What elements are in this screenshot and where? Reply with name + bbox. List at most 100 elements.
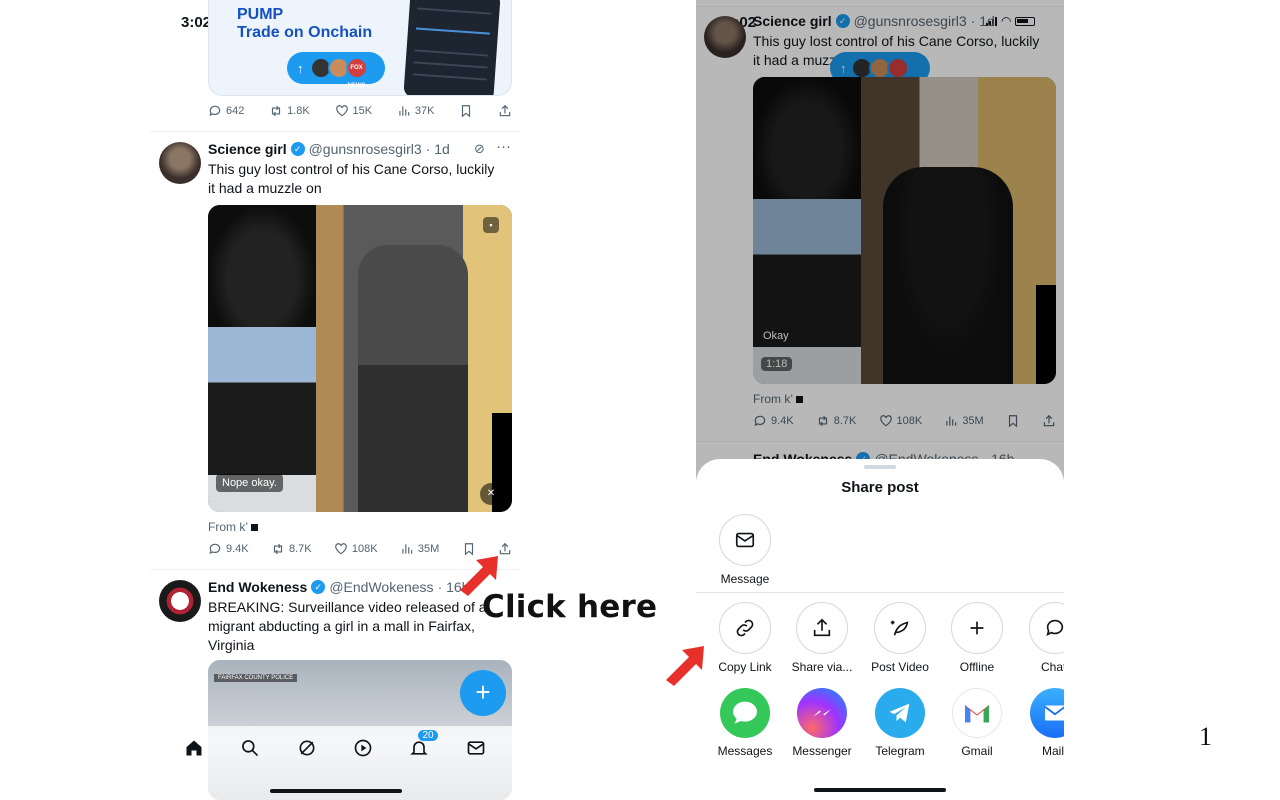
like-button[interactable]: 108K <box>334 542 378 556</box>
bookmark-icon <box>459 104 473 118</box>
video-icon[interactable] <box>353 738 373 758</box>
home-indicator <box>814 788 946 792</box>
heart-icon <box>335 104 349 118</box>
plus-icon <box>970 621 984 635</box>
ad-subtitle: Trade on Onchain <box>237 24 373 41</box>
ad-action-bar: 642 1.8K 15K 37K <box>208 104 512 118</box>
repost-icon <box>271 542 285 556</box>
arrow-up-icon: ↑ <box>297 60 304 76</box>
reply-count: 642 <box>226 105 245 117</box>
reply-count: 9.4K <box>226 543 249 555</box>
post-video-label: Post Video <box>871 660 929 674</box>
author-handle[interactable]: @gunsnrosesgirl3 <box>309 141 422 157</box>
grok-icon[interactable]: ⊘ <box>474 141 485 157</box>
view-count: 37K <box>414 105 435 117</box>
media-label: FAIRFAX COUNTY POLICE <box>214 674 298 682</box>
messages-app-icon[interactable] <box>720 688 770 738</box>
divider <box>696 592 1064 593</box>
author-name[interactable]: Science girl <box>208 141 287 157</box>
share-sheet: Share post Message Copy Link Share via..… <box>696 459 1064 800</box>
mute-icon[interactable]: ✕ <box>480 483 502 505</box>
share-icon <box>813 618 831 637</box>
views-button[interactable]: 37K <box>397 104 435 118</box>
gmail-app-label: Gmail <box>961 744 993 758</box>
chat-bubble-icon <box>1046 619 1064 636</box>
page-number: 1 <box>1199 722 1212 751</box>
envelope-icon <box>735 532 755 548</box>
tweet-text-line: migrant abducting a girl in a mall in Fa… <box>208 618 475 634</box>
repost-button[interactable]: 8.7K <box>271 542 312 556</box>
captions-icon[interactable]: ▪ <box>483 217 499 233</box>
status-time: 3:02 <box>181 14 212 31</box>
feather-plus-icon <box>890 620 909 636</box>
compose-button[interactable]: + <box>460 670 506 716</box>
reply-button[interactable]: 642 <box>208 104 244 118</box>
view-count: 35M <box>417 543 440 555</box>
copy-link-button[interactable] <box>719 602 771 654</box>
video-caption: Nope okay. <box>216 474 283 492</box>
tweet-text-line: it had a muzzle on <box>208 180 322 196</box>
share-via-label: Share via... <box>791 660 853 674</box>
copy-link-label: Copy Link <box>718 660 772 674</box>
like-count: 108K <box>351 543 378 555</box>
repost-button[interactable]: 1.8K <box>269 104 310 118</box>
search-icon[interactable] <box>240 738 260 758</box>
notifications-icon[interactable]: 20 <box>409 730 438 758</box>
like-count: 15K <box>352 105 373 117</box>
author-name[interactable]: End Wokeness <box>208 579 307 595</box>
post-video-button[interactable] <box>874 602 926 654</box>
gmail-app-icon[interactable] <box>952 688 1002 738</box>
left-phone-screen: 3:02 ◠ PUMP Trade on Onchain ↑ FOX NEWS … <box>150 0 520 800</box>
sheet-grabber[interactable] <box>864 465 896 469</box>
person-image <box>358 245 468 512</box>
message-button[interactable] <box>719 514 771 566</box>
tweet-text-line: This guy lost control of his Cane Corso,… <box>208 161 495 177</box>
avatar[interactable] <box>159 142 201 184</box>
chat-button[interactable] <box>1029 602 1064 654</box>
telegram-app-label: Telegram <box>875 744 925 758</box>
tweet-text: This guy lost control of his Cane Corso,… <box>208 160 518 198</box>
tweet-text-line: BREAKING: Surveillance video released of… <box>208 599 487 615</box>
avatar[interactable] <box>159 580 201 622</box>
views-button[interactable]: 35M <box>400 542 439 556</box>
divider <box>150 131 520 132</box>
link-icon <box>736 619 754 637</box>
mail-app-icon[interactable] <box>1030 688 1064 738</box>
ad-cta-pill[interactable]: ↑ FOX NEWS <box>287 52 385 89</box>
dog-face-image <box>208 205 316 327</box>
messenger-app-icon[interactable] <box>797 688 847 738</box>
right-phone-screen: 3:02 ◠ Science girl ✓ @gunsnrosesgirl3 ·… <box>696 0 1064 800</box>
verified-icon: ✓ <box>311 580 326 594</box>
more-options-icon[interactable]: ··· <box>496 138 511 155</box>
share-via-button[interactable] <box>796 602 848 654</box>
chat-label: Chat <box>1041 660 1064 674</box>
bookmark-button[interactable] <box>459 104 473 118</box>
messages-app-label: Messages <box>717 744 773 758</box>
repost-count: 8.7K <box>288 543 312 555</box>
messages-icon[interactable] <box>466 738 486 758</box>
messenger-app-label: Messenger <box>792 744 852 758</box>
like-button[interactable]: 15K <box>335 104 373 118</box>
click-here-label: Click here <box>482 589 658 625</box>
author-handle[interactable]: @EndWokeness <box>329 579 433 595</box>
reply-icon <box>208 542 222 556</box>
reply-button[interactable]: 9.4K <box>208 542 249 556</box>
share-button[interactable] <box>498 104 512 118</box>
from-emoji-icon <box>250 524 258 531</box>
views-icon <box>400 542 414 556</box>
ad-phone-image <box>403 0 501 95</box>
share-sheet-title: Share post <box>841 479 919 496</box>
from-label: From k’ <box>208 520 258 534</box>
promoted-ad-card[interactable]: PUMP Trade on Onchain ↑ FOX NEWS <box>208 0 512 96</box>
offline-button[interactable] <box>951 602 1003 654</box>
grok-icon[interactable] <box>297 738 317 758</box>
tweet-header: Science girl ✓ @gunsnrosesgirl3 · 1d <box>208 141 450 157</box>
tweet-video[interactable]: ▪ Nope okay. ✕ <box>208 205 512 512</box>
repost-count: 1.8K <box>287 105 310 117</box>
telegram-app-icon[interactable] <box>875 688 925 738</box>
from-text: From k’ <box>208 520 248 534</box>
home-indicator <box>270 789 402 793</box>
tweet-text: BREAKING: Surveillance video released of… <box>208 598 518 655</box>
home-icon[interactable] <box>184 738 204 758</box>
repost-icon <box>269 104 283 118</box>
